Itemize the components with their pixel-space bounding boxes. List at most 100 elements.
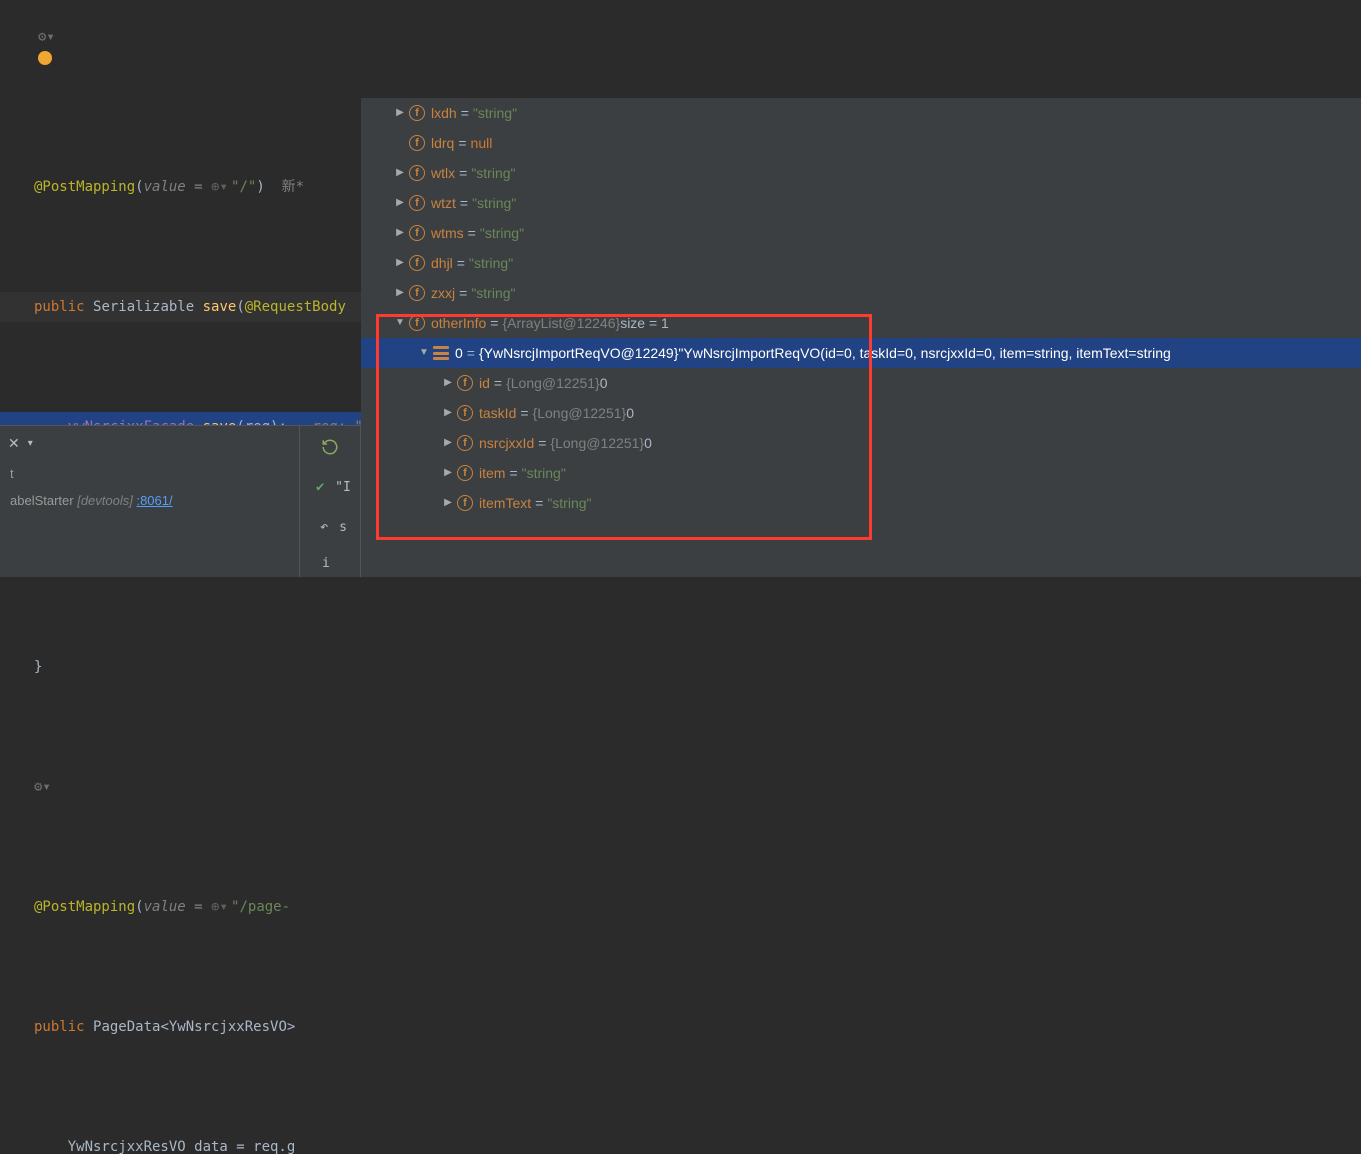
variable-row[interactable]: ▼fotherInfo = {ArrayList@12246} size = 1 — [361, 308, 1361, 338]
chevron-right-icon[interactable]: ▶ — [391, 248, 409, 278]
rerun-icon[interactable] — [319, 436, 341, 458]
variable-row[interactable]: ▶flxdh = "string" — [361, 98, 1361, 128]
evaluation-ok-row: ✔ "I — [309, 476, 351, 498]
variable-name: otherInfo — [431, 308, 486, 338]
variable-value: {YwNsrcjImportReqVO@12249} — [479, 338, 678, 368]
debugger-variables-popup[interactable]: ▶flxdh = "string"fldrq = null▶fwtlx = "s… — [361, 98, 1361, 577]
variable-value: "string" — [473, 98, 517, 128]
field-icon: f — [457, 375, 473, 391]
check-icon[interactable]: ✔ — [309, 476, 331, 498]
variable-row[interactable]: ▶fnsrcjxxId = {Long@12251} 0 — [361, 428, 1361, 458]
annotation: @PostMapping — [34, 179, 135, 195]
variable-value: {Long@12251} — [506, 368, 600, 398]
field-icon: f — [409, 135, 425, 151]
variable-value: "string" — [469, 248, 513, 278]
variable-value: "string" — [472, 188, 516, 218]
variable-value: "string" — [471, 278, 515, 308]
variable-name: id — [479, 368, 490, 398]
intention-bulb-icon[interactable] — [38, 51, 52, 65]
variable-name: itemText — [479, 488, 531, 518]
chevron-right-icon[interactable]: ▶ — [391, 98, 409, 128]
panel-text-row: abelStarter [devtools] :8061/ — [0, 487, 299, 514]
variable-value: {ArrayList@12246} — [502, 308, 620, 338]
field-icon: f — [409, 285, 425, 301]
code-line[interactable]: public PageData<YwNsrcjxxResVO> — [0, 1012, 1361, 1042]
chevron-right-icon[interactable]: ▶ — [391, 158, 409, 188]
code-line[interactable]: @PostMapping(value = ⊕▾"/page- — [0, 892, 1361, 922]
variable-row[interactable]: ▶fitem = "string" — [361, 458, 1361, 488]
undo-row: ↶ s — [313, 516, 347, 538]
indent-label: i — [304, 556, 330, 571]
variable-value: "string" — [522, 458, 566, 488]
variable-row[interactable]: ▶fitemText = "string" — [361, 488, 1361, 518]
variable-value-extra: 0 — [644, 428, 652, 458]
code-line[interactable]: } — [0, 652, 1361, 682]
globe-icon: ⊕▾ — [211, 172, 227, 202]
variable-value: null — [471, 128, 493, 158]
variable-row[interactable]: ▶ftaskId = {Long@12251} 0 — [361, 398, 1361, 428]
variable-row[interactable]: ▶fdhjl = "string" — [361, 248, 1361, 278]
chevron-right-icon[interactable]: ▶ — [391, 188, 409, 218]
variable-name: item — [479, 458, 505, 488]
variable-row[interactable]: ▶fwtlx = "string" — [361, 158, 1361, 188]
field-icon: f — [409, 195, 425, 211]
debug-stepping-toolbar: ✔ "I ↶ s i — [300, 425, 361, 577]
gear-icon: ⚙▾ — [34, 779, 51, 795]
code-line[interactable]: ⚙▾ — [0, 772, 1361, 802]
variable-name: nsrcjxxId — [479, 428, 534, 458]
panel-toolbar: ✕ ▾ — [0, 426, 299, 460]
variable-name: wtzt — [431, 188, 456, 218]
variable-row[interactable]: fldrq = null — [361, 128, 1361, 158]
chevron-down-icon[interactable]: ▾ — [28, 438, 33, 449]
variable-name: wtlx — [431, 158, 455, 188]
variable-value: "string" — [547, 488, 591, 518]
variable-name: taskId — [479, 398, 516, 428]
variable-row[interactable]: ▶fid = {Long@12251} 0 — [361, 368, 1361, 398]
chevron-right-icon[interactable]: ▶ — [439, 428, 457, 458]
chevron-down-icon[interactable]: ▼ — [415, 338, 433, 368]
variable-value-extra: 0 — [600, 368, 608, 398]
field-icon: f — [457, 495, 473, 511]
field-icon: f — [409, 255, 425, 271]
variable-value-extra: 0 — [626, 398, 634, 428]
variable-name: ldrq — [431, 128, 454, 158]
run-dashboard-panel[interactable]: ✕ ▾ t abelStarter [devtools] :8061/ — [0, 425, 300, 577]
variable-value: "string" — [480, 218, 524, 248]
variable-name: dhjl — [431, 248, 453, 278]
variable-value: {Long@12251} — [533, 398, 627, 428]
variable-name: wtms — [431, 218, 464, 248]
variable-name: lxdh — [431, 98, 457, 128]
variable-row[interactable]: ▶fzxxj = "string" — [361, 278, 1361, 308]
field-icon: f — [457, 465, 473, 481]
variable-value: "string" — [471, 158, 515, 188]
panel-text-row: t — [0, 460, 299, 487]
port-link[interactable]: :8061/ — [136, 493, 172, 508]
chevron-right-icon[interactable]: ▶ — [391, 218, 409, 248]
array-element-icon — [433, 346, 449, 360]
variable-name: zxxj — [431, 278, 455, 308]
chevron-down-icon[interactable]: ▼ — [391, 308, 409, 338]
variable-tostring: "YwNsrcjImportReqVO(id=0, taskId=0, nsrc… — [678, 338, 1170, 368]
variable-row[interactable]: ▶fwtms = "string" — [361, 218, 1361, 248]
variable-row[interactable]: ▼0 = {YwNsrcjImportReqVO@12249} "YwNsrcj… — [361, 338, 1361, 368]
chevron-right-icon[interactable]: ▶ — [439, 458, 457, 488]
chevron-right-icon[interactable]: ▶ — [439, 368, 457, 398]
chevron-right-icon[interactable]: ▶ — [391, 278, 409, 308]
variable-row[interactable]: ▶fwtzt = "string" — [361, 188, 1361, 218]
globe-icon: ⊕▾ — [211, 892, 227, 922]
chevron-right-icon[interactable]: ▶ — [439, 398, 457, 428]
chevron-right-icon[interactable]: ▶ — [439, 488, 457, 518]
field-icon: f — [409, 165, 425, 181]
gear-icon: ⚙▾ — [38, 22, 55, 52]
close-icon[interactable]: ✕ — [8, 435, 20, 452]
code-line[interactable]: YwNsrcjxxResVO data = req.g — [0, 1132, 1361, 1154]
variable-name: 0 — [455, 338, 463, 368]
variable-value-extra: size = 1 — [620, 308, 669, 338]
undo-icon[interactable]: ↶ — [313, 516, 335, 538]
field-icon: f — [409, 315, 425, 331]
variable-value: {Long@12251} — [550, 428, 644, 458]
field-icon: f — [409, 225, 425, 241]
field-icon: f — [457, 435, 473, 451]
field-icon: f — [457, 405, 473, 421]
field-icon: f — [409, 105, 425, 121]
